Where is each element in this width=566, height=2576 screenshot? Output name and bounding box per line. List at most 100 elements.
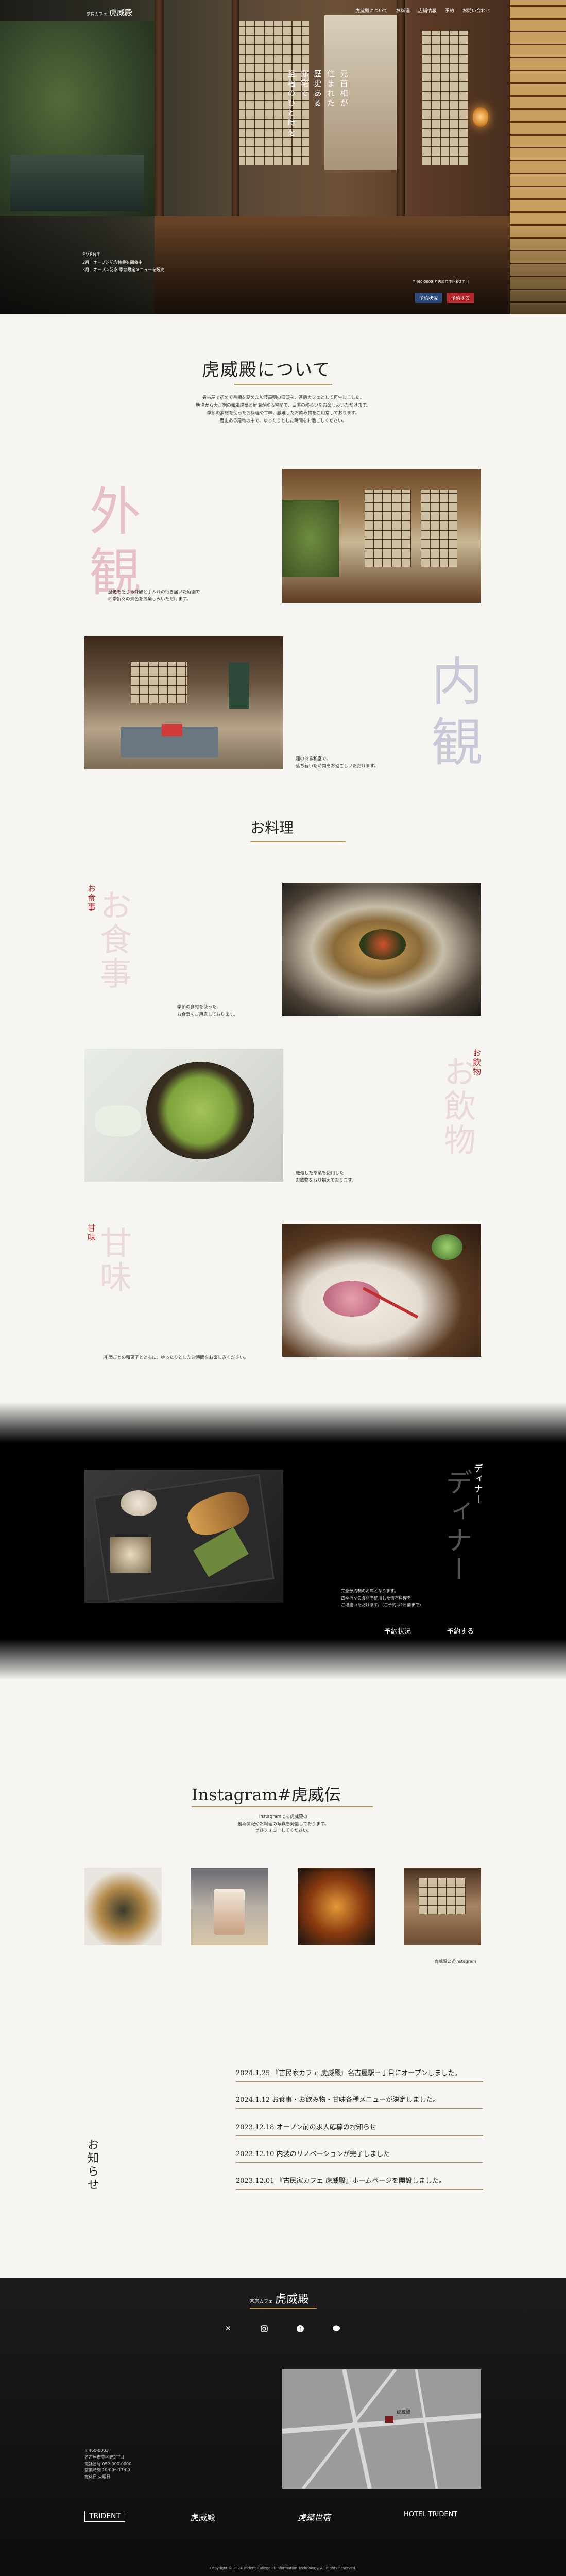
- about-body-line: 季節の素材を使ったお料理や甘味、厳選したお飲み物をご用意しております。: [207, 410, 360, 416]
- news-title: お知らせ: [85, 2139, 98, 2192]
- meal-photo: [282, 883, 481, 1016]
- header-nav: 虎威殿について お料理 店舗情報 予約 お問い合わせ: [355, 7, 490, 14]
- about-body-line: 歴史ある建物の中で、ゆったりとした時間をお過ごしください。: [219, 418, 347, 424]
- dinner-photo: [84, 1470, 283, 1603]
- nav-item-contact[interactable]: お問い合わせ: [462, 7, 490, 14]
- drink-caption: 厳選した茶葉を使用した お飲物を取り揃えております。: [296, 1170, 356, 1185]
- footer-logo-small: 茶房カフェ: [250, 2299, 273, 2304]
- map-roads: [282, 2369, 481, 2489]
- brand-koiden[interactable]: 虎威殿: [191, 2511, 215, 2523]
- about-body: 名古屋で初めて首相を務めた加藤高明の旧邸を、茶房カフェとして再生しました。 明治…: [160, 394, 407, 425]
- dinner-section: ディナー ディナー 完全予約制のお席となります。 四季折々の食材を使用した懐石料…: [0, 1402, 566, 1680]
- instagram-desc-line: 最新情報やお料理の写真を発信しております。: [237, 1821, 329, 1827]
- line-icon[interactable]: [331, 2323, 342, 2334]
- nav-item-food[interactable]: お料理: [396, 7, 410, 14]
- svg-text:f: f: [299, 2327, 301, 2332]
- interior-kanji: 内観: [422, 654, 483, 776]
- exterior-garden: [282, 500, 339, 577]
- news-item[interactable]: 2023.12.10 内装のリノベーションが完了しました: [236, 2144, 483, 2163]
- exterior-kanji: 外観: [80, 484, 141, 606]
- footer-address-line: 名古屋市中区錦2丁目: [84, 2454, 125, 2460]
- hero-shoji-screen: [422, 31, 469, 165]
- header-logo-text: 虎威殿: [109, 8, 133, 18]
- nav-item-about[interactable]: 虎威殿について: [355, 7, 388, 14]
- interior-window: [131, 662, 187, 703]
- copyright: Copyright © 2024 Trident College of Info…: [210, 2566, 356, 2570]
- footer-logo-underline: [250, 2308, 317, 2309]
- sweet-caption: 季節ごとの和菓子とともに、ゆったりとしたお時間をお楽しみください。: [104, 1355, 249, 1360]
- footer-address-line: 〒460-0003: [84, 2448, 109, 2453]
- meal-caption: 季節の食材を使った お食事をご用意しております。: [177, 1004, 238, 1019]
- exterior-shoji: [365, 490, 411, 567]
- drink-bowl: [146, 1062, 254, 1159]
- instagram-post[interactable]: [191, 1868, 268, 1945]
- instagram-desc-line: Instagramでも虎威殿の: [259, 1814, 308, 1820]
- x-icon[interactable]: ✕: [222, 2323, 234, 2334]
- instagram-post[interactable]: [298, 1868, 375, 1945]
- dinner-caption-line: 完全予約制のお席となります。: [341, 1589, 398, 1593]
- meal-kanji: お食事: [94, 889, 132, 991]
- footer-address-line: 営業時間 10:00〜17:00: [84, 2468, 130, 2473]
- exterior-caption-line: 歴史を感じる外観と手入れの行き届いた庭園で: [108, 590, 200, 595]
- nav-item-reserve[interactable]: 予約: [445, 7, 454, 14]
- brand-trident[interactable]: TRIDENT: [84, 2511, 126, 2522]
- footer-address-line: 定休日 火曜日: [84, 2474, 111, 2480]
- header-logo-small: 茶房カフェ: [87, 12, 107, 16]
- food-title-underline: [250, 841, 346, 842]
- footer-map[interactable]: 虎威殿: [282, 2369, 481, 2489]
- facebook-icon[interactable]: f: [295, 2323, 306, 2334]
- hero-event-line[interactable]: 2月 オープン記念特典を開催中: [82, 259, 164, 266]
- instagram-link[interactable]: 虎威殿公式Instagram: [435, 1959, 476, 1964]
- news-item[interactable]: 2024.1.25 『古民家カフェ 虎威殿』名古屋駅三丁目にオープンしました。: [236, 2063, 483, 2082]
- meal-caption-line: お食事をご用意しております。: [177, 1012, 238, 1018]
- dinner-status-button[interactable]: 予約状況: [384, 1626, 411, 1636]
- hero-catch-line: 元首相が: [339, 70, 349, 109]
- interior-photo: [84, 636, 283, 769]
- instagram-icon[interactable]: [259, 2323, 270, 2334]
- brand-koshoku[interactable]: 虎織世宿: [298, 2511, 331, 2523]
- footer-logo[interactable]: 茶房カフェ 虎威殿: [250, 2290, 309, 2306]
- instagram-title: Instagram#虎威伝: [192, 1785, 341, 1805]
- news-item[interactable]: 2024.1.12 お食事・お飲み物・甘味各種メニューが決定しました。: [236, 2090, 483, 2109]
- instagram-post[interactable]: [84, 1868, 162, 1945]
- dinner-caption-line: 四季折々の食材を使用した懐石料理を: [341, 1595, 411, 1601]
- instagram-post[interactable]: [404, 1868, 481, 1945]
- nav-item-shop[interactable]: 店舗情報: [418, 7, 437, 14]
- footer-address: 〒460-0003 名古屋市中区錦2丁目 電話番号 052-000-0000 営…: [84, 2448, 131, 2481]
- hero-catch-line: 至福のひと時を: [286, 70, 296, 138]
- about-title: 虎威殿について: [202, 360, 331, 380]
- hero-catch-line: 住まれた: [326, 70, 335, 109]
- meal-caption-line: 季節の食材を使った: [177, 1005, 217, 1010]
- drink-dish: [95, 1105, 141, 1136]
- news-item[interactable]: 2023.12.18 オープン前の求人応募のお知らせ: [236, 2117, 483, 2136]
- sweet-tea: [432, 1234, 462, 1260]
- sweet-photo: [282, 1224, 481, 1357]
- sweet-wagashi: [323, 1281, 380, 1317]
- hero-pillar: [232, 0, 239, 222]
- map-label: 虎威殿: [397, 2410, 411, 2415]
- footer-address-line: 電話番号 052-000-0000: [84, 2461, 132, 2466]
- about-body-line: 明治から大正期の和風建築と庭園が残る空間で、四季の移ろいをお楽しみいただけます。: [196, 402, 371, 408]
- header-logo[interactable]: 茶房カフェ 虎威殿: [87, 7, 132, 18]
- food-title: お料理: [250, 819, 294, 836]
- drink-kanji: お飲物: [438, 1055, 476, 1157]
- interior-table: [162, 724, 182, 736]
- dinner-caption: 完全予約制のお席となります。 四季折々の食材を使用した懐石料理を ご堪能いただけ…: [341, 1588, 423, 1609]
- dinner-reserve-button[interactable]: 予約する: [447, 1626, 474, 1636]
- hero-catch-line: 歴史ある: [313, 70, 322, 109]
- exterior-photo: [282, 469, 481, 603]
- dinner-caption-line: ご堪能いただけます。（ご予約は2日前まで）: [341, 1603, 424, 1608]
- interior-caption-line: 趣のある和室で、: [296, 756, 331, 762]
- brand-hotel-trident[interactable]: HOTEL TRIDENT: [404, 2511, 457, 2518]
- exterior-caption-line: 四季折々の景色をお楽しみいただけます。: [108, 597, 191, 602]
- meal-dish-topping: [359, 929, 406, 960]
- hero-event-line[interactable]: 3月 オープン記念 季節限定メニューを販売: [82, 266, 164, 274]
- instagram-drink: [214, 1889, 245, 1935]
- exterior-shoji: [421, 490, 457, 567]
- news-item[interactable]: 2023.12.01 『古民家カフェ 虎威殿』ホームページを開設しました。: [236, 2170, 483, 2190]
- hero-reserve-button[interactable]: 予約する: [447, 293, 474, 303]
- drink-caption-line: 厳選した茶葉を使用した: [296, 1171, 344, 1176]
- instagram-desc: Instagramでも虎威殿の 最新情報やお料理の写真を発信しております。 ぜひ…: [206, 1814, 361, 1835]
- hero-status-button[interactable]: 予約状況: [415, 293, 442, 303]
- about-body-line: 名古屋で初めて首相を務めた加藤高明の旧邸を、茶房カフェとして再生しました。: [202, 395, 365, 400]
